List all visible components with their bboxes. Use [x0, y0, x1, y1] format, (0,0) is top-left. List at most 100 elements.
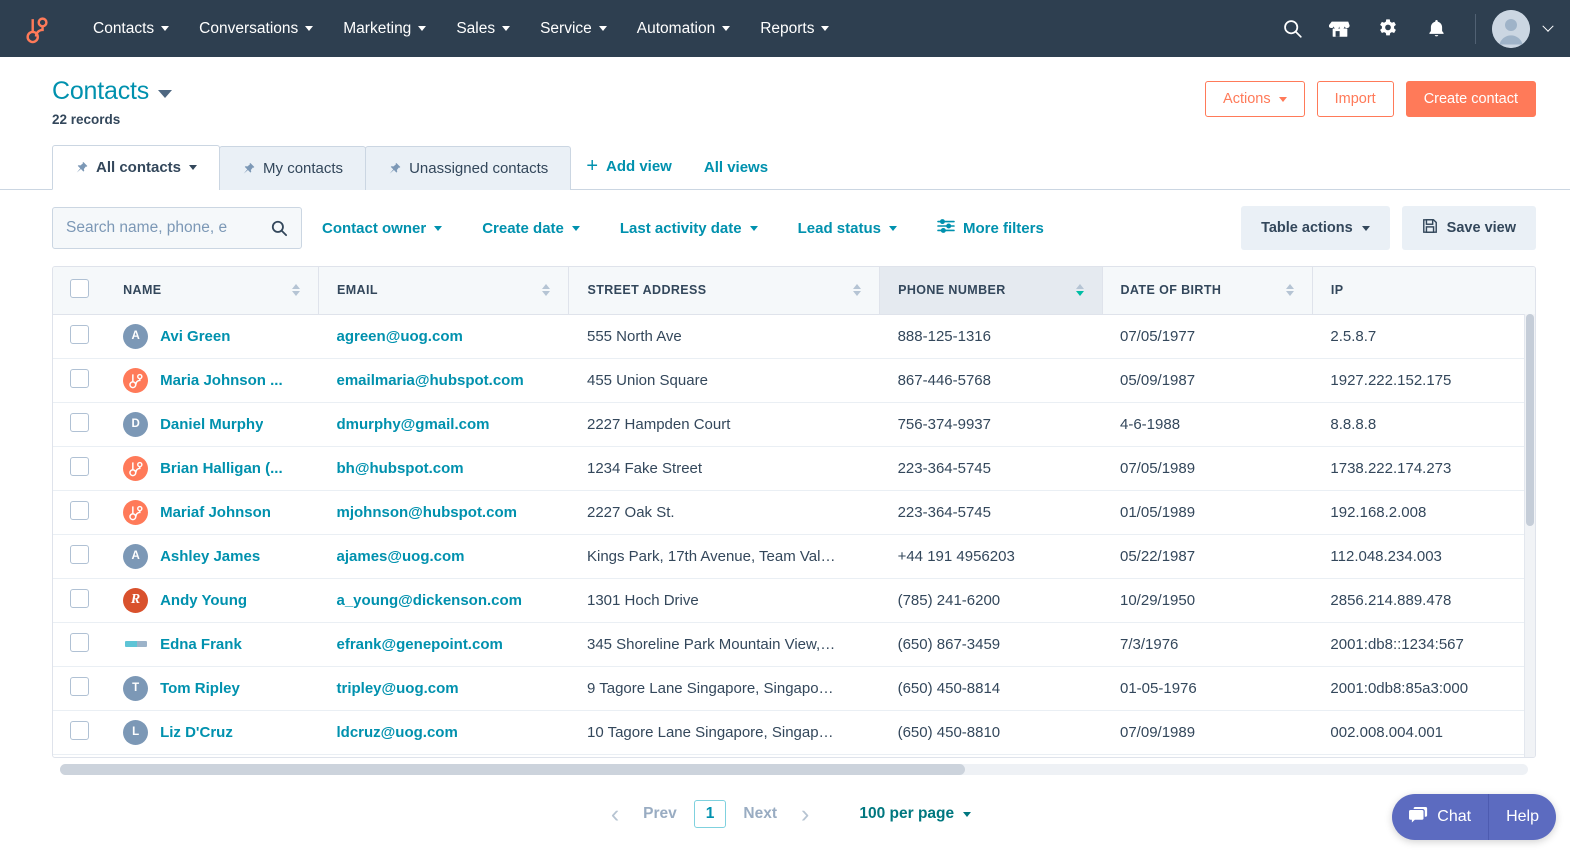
- table-vertical-scrollbar[interactable]: [1524, 314, 1535, 757]
- table-horizontal-scrollbar[interactable]: [52, 762, 1536, 778]
- row-checkbox[interactable]: [70, 324, 89, 344]
- table-row[interactable]: Maria Johnson ... emailmaria@hubspot.com 4…: [53, 358, 1535, 403]
- column-header-date-of-birth[interactable]: DATE OF BIRTH: [1102, 267, 1313, 315]
- search-icon[interactable]: [1269, 6, 1315, 52]
- filter-last-activity-date[interactable]: Last activity date: [600, 210, 778, 247]
- row-checkbox[interactable]: [70, 412, 89, 432]
- table-row[interactable]: A Ashley James ajames@uog.com Kings Park, 1…: [53, 534, 1535, 579]
- current-page-button[interactable]: 1: [693, 800, 727, 828]
- column-header-ip[interactable]: IP: [1312, 267, 1535, 315]
- nav-label: Service: [540, 19, 592, 37]
- page-title[interactable]: Contacts: [52, 77, 173, 106]
- search-box[interactable]: [52, 207, 302, 249]
- sort-arrows-icon[interactable]: [1075, 284, 1084, 297]
- contact-email-link[interactable]: a_young@dickenson.com: [337, 592, 523, 609]
- column-header-name[interactable]: NAME: [105, 267, 320, 315]
- help-button[interactable]: Help: [1489, 794, 1556, 840]
- contact-email-link[interactable]: mjohnson@hubspot.com: [337, 504, 517, 521]
- filter-lead-status[interactable]: Lead status: [778, 210, 917, 247]
- add-view-button[interactable]: + Add view: [570, 143, 688, 189]
- sort-arrows-icon[interactable]: [292, 284, 300, 297]
- contact-email-link[interactable]: agreen@uog.com: [337, 328, 463, 345]
- next-page-button[interactable]: Next: [735, 805, 785, 823]
- table-row[interactable]: D Daniel Murphy dmurphy@gmail.com 2227 Hamp…: [53, 402, 1535, 447]
- create-contact-button[interactable]: Create contact: [1405, 81, 1536, 117]
- search-icon[interactable]: [270, 219, 288, 237]
- select-all-checkbox[interactable]: [70, 279, 89, 299]
- table-actions-button[interactable]: Table actions: [1241, 206, 1390, 250]
- contact-email-link[interactable]: tripley@uog.com: [337, 680, 459, 697]
- table-row[interactable]: R Andy Young a_young@dickenson.com 1301 Hoc…: [53, 578, 1535, 623]
- contact-name-link[interactable]: Avi Green: [160, 328, 230, 345]
- row-checkbox[interactable]: [70, 500, 89, 520]
- nav-item-automation[interactable]: Automation: [622, 2, 745, 56]
- row-checkbox[interactable]: [70, 720, 89, 740]
- row-checkbox[interactable]: [70, 456, 89, 476]
- contact-name-link[interactable]: Mariaf Johnson: [160, 504, 271, 521]
- column-header-street-address[interactable]: STREET ADDRESS: [568, 267, 881, 315]
- contact-email-link[interactable]: dmurphy@gmail.com: [337, 416, 490, 433]
- table-row[interactable]: L Liz D'Cruz ldcruz@uog.com 10 Tagore Lane …: [53, 710, 1535, 755]
- notifications-bell-icon[interactable]: [1413, 6, 1459, 52]
- nav-item-contacts[interactable]: Contacts: [78, 2, 184, 56]
- column-header-phone-number[interactable]: PHONE NUMBER: [879, 267, 1103, 315]
- nav-item-sales[interactable]: Sales: [441, 2, 525, 56]
- table-row[interactable]: Edna Frank efrank@genepoint.com 345 Shorel…: [53, 622, 1535, 667]
- prev-arrow-icon[interactable]: ‹: [599, 801, 631, 827]
- marketplace-icon[interactable]: [1317, 6, 1363, 52]
- contact-name-link[interactable]: Daniel Murphy: [160, 416, 263, 433]
- contact-email-link[interactable]: ajames@uog.com: [337, 548, 465, 565]
- contact-name-link[interactable]: Edna Frank: [160, 636, 242, 653]
- contact-email-link[interactable]: efrank@genepoint.com: [337, 636, 503, 653]
- prev-page-button[interactable]: Prev: [635, 805, 685, 823]
- nav-item-service[interactable]: Service: [525, 2, 622, 56]
- row-checkbox[interactable]: [70, 676, 89, 696]
- user-avatar[interactable]: [1492, 9, 1530, 48]
- tab-all-contacts[interactable]: All contacts: [52, 145, 221, 190]
- chevron-down-icon[interactable]: [1542, 20, 1554, 32]
- per-page-selector[interactable]: 100 per page: [859, 805, 972, 823]
- hubspot-sprocket-logo[interactable]: [16, 9, 56, 49]
- scrollbar-thumb[interactable]: [60, 764, 965, 775]
- contact-email-link[interactable]: ldcruz@uog.com: [337, 724, 458, 741]
- sort-arrows-icon[interactable]: [853, 284, 862, 297]
- all-views-link[interactable]: All views: [688, 146, 784, 189]
- tab-my-contacts[interactable]: My contacts: [219, 146, 367, 190]
- contact-name-link[interactable]: Ashley James: [160, 548, 260, 565]
- row-checkbox[interactable]: [70, 632, 89, 652]
- nav-item-conversations[interactable]: Conversations: [184, 2, 328, 56]
- table-row[interactable]: Mariaf Johnson mjohnson@hubspot.com 2227 O…: [53, 490, 1535, 535]
- contact-email-link[interactable]: bh@hubspot.com: [337, 460, 464, 477]
- contact-email-link[interactable]: emailmaria@hubspot.com: [337, 372, 524, 389]
- contact-name-link[interactable]: Brian Halligan (...: [160, 460, 283, 477]
- nav-item-reports[interactable]: Reports: [745, 2, 844, 56]
- search-input[interactable]: [53, 219, 301, 237]
- more-filters-button[interactable]: More filters: [917, 208, 1064, 248]
- contact-name-link[interactable]: Tom Ripley: [160, 680, 240, 697]
- save-view-button[interactable]: Save view: [1401, 206, 1536, 250]
- table-row[interactable]: T Tom Ripley tripley@uog.com 9 Tagore Lane …: [53, 666, 1535, 711]
- row-checkbox[interactable]: [70, 544, 89, 564]
- row-checkbox[interactable]: [70, 588, 89, 608]
- sort-arrows-icon[interactable]: [542, 284, 551, 297]
- tab-unassigned-contacts[interactable]: Unassigned contacts: [365, 146, 572, 190]
- next-arrow-icon[interactable]: ›: [789, 801, 821, 827]
- chat-button[interactable]: Chat: [1392, 794, 1488, 840]
- table-row[interactable]: A Avi Green agreen@uog.com 555 North Ave 888…: [53, 314, 1535, 359]
- settings-gear-icon[interactable]: [1365, 6, 1411, 52]
- row-checkbox[interactable]: [70, 368, 89, 388]
- scrollbar-thumb[interactable]: [1526, 314, 1534, 526]
- filter-contact-owner[interactable]: Contact owner: [302, 210, 462, 247]
- column-header-email[interactable]: EMAIL: [318, 267, 570, 315]
- filter-label: Lead status: [797, 219, 881, 237]
- table-row[interactable]: Brian Halligan (... bh@hubspot.com 1234 Fa…: [53, 446, 1535, 491]
- actions-button[interactable]: Actions: [1205, 81, 1305, 117]
- nav-item-marketing[interactable]: Marketing: [328, 2, 441, 56]
- cell-name: T Tom Ripley: [105, 666, 319, 711]
- contact-name-link[interactable]: Liz D'Cruz: [160, 724, 233, 741]
- contact-name-link[interactable]: Maria Johnson ...: [160, 372, 283, 389]
- contact-name-link[interactable]: Andy Young: [160, 592, 247, 609]
- filter-create-date[interactable]: Create date: [462, 210, 600, 247]
- sort-arrows-icon[interactable]: [1285, 284, 1294, 297]
- import-button[interactable]: Import: [1316, 81, 1394, 117]
